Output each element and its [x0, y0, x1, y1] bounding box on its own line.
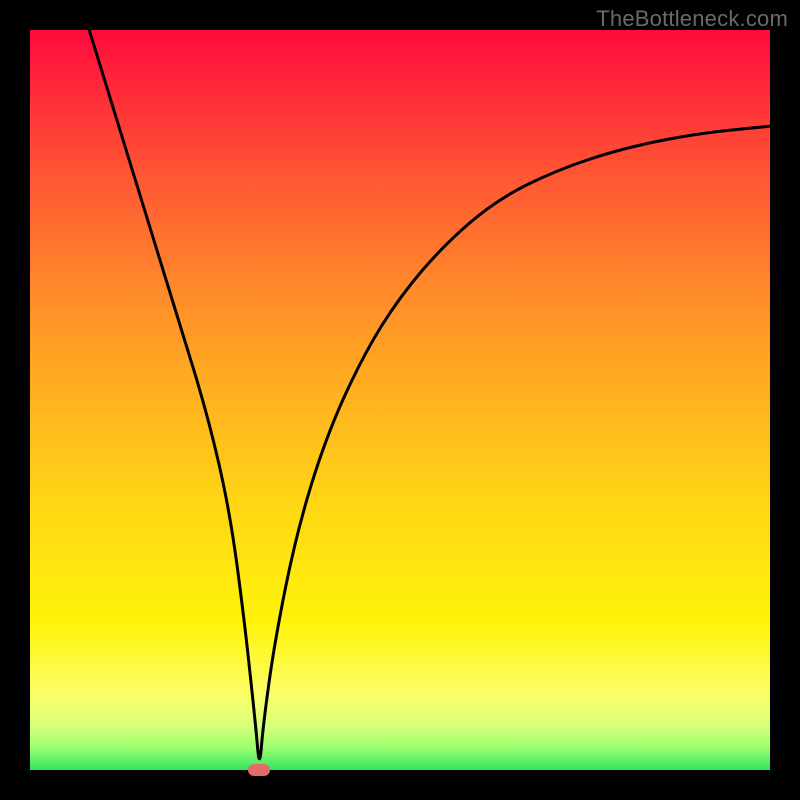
plot-area	[30, 30, 770, 770]
watermark-text: TheBottleneck.com	[596, 6, 788, 32]
bottleneck-curve	[30, 30, 770, 770]
optimum-marker	[248, 764, 270, 776]
chart-frame: TheBottleneck.com	[0, 0, 800, 800]
curve-path	[89, 30, 770, 759]
